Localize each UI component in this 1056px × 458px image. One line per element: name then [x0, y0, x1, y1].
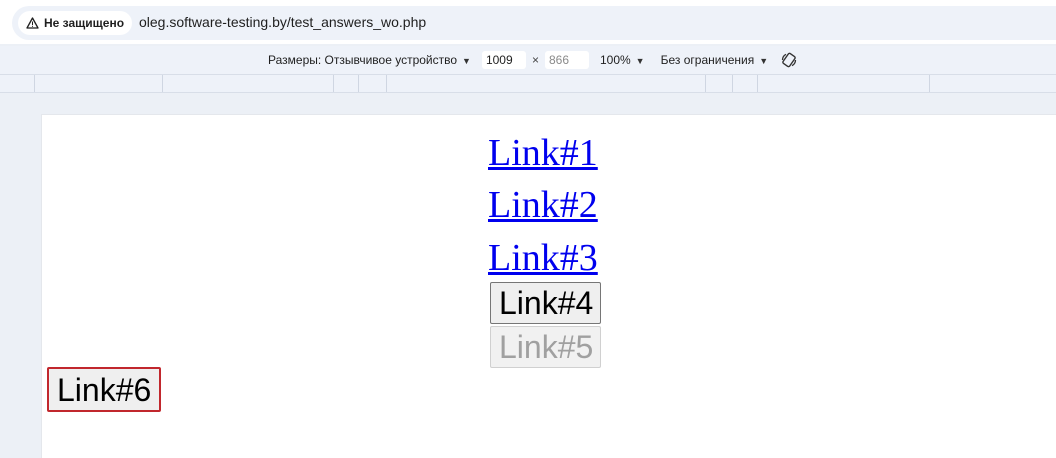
dropdown-caret-icon: ▼	[635, 56, 645, 66]
zoom-label: 100%	[599, 53, 631, 67]
browser-toolbar: Не защищено oleg.software-testing.by/tes…	[0, 0, 1056, 44]
page-viewport: Link#1 Link#2 Link#3 Link#4 Link#5 Link#…	[41, 114, 1056, 458]
rotate-icon[interactable]	[780, 51, 798, 69]
url-text[interactable]: oleg.software-testing.by/test_answers_wo…	[139, 14, 426, 30]
height-input[interactable]: 866	[544, 51, 589, 69]
dimensions-dropdown[interactable]: Размеры: Отзывчивое устройство ▼	[268, 53, 471, 67]
link-6-button[interactable]: Link#6	[47, 367, 161, 412]
throttling-label: Без ограничения	[660, 53, 755, 67]
zoom-dropdown[interactable]: 100% ▼	[600, 53, 645, 67]
link-4-button[interactable]: Link#4	[490, 282, 601, 324]
dimensions-label: Размеры: Отзывчивое устройство	[268, 53, 458, 67]
media-query-ruler	[0, 75, 1056, 93]
warning-icon	[26, 17, 39, 29]
link-1[interactable]: Link#1	[488, 131, 598, 175]
dropdown-caret-icon: ▼	[462, 56, 471, 66]
security-chip[interactable]: Не защищено	[18, 11, 133, 35]
link-3[interactable]: Link#3	[488, 236, 598, 280]
dropdown-caret-icon: ▼	[759, 56, 769, 66]
throttling-dropdown[interactable]: Без ограничения ▼	[661, 53, 769, 67]
device-toolbar: Размеры: Отзывчивое устройство ▼ 1009 × 8…	[0, 46, 1056, 75]
width-input[interactable]: 1009	[481, 51, 526, 69]
address-bar[interactable]: Не защищено oleg.software-testing.by/tes…	[12, 6, 1056, 40]
link-5-button-disabled: Link#5	[490, 326, 601, 368]
security-label: Не защищено	[44, 16, 125, 30]
times-icon: ×	[531, 53, 539, 67]
link-2[interactable]: Link#2	[488, 183, 598, 227]
